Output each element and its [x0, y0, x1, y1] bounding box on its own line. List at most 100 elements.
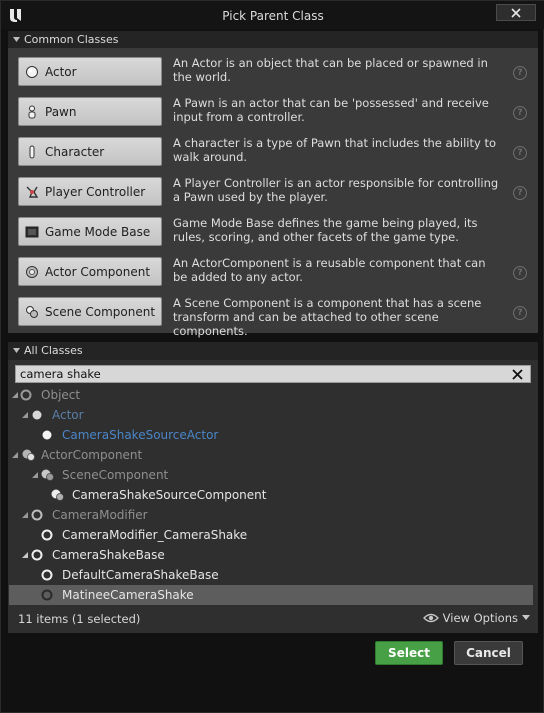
character-class-button[interactable]: Character — [18, 137, 162, 166]
view-options-button[interactable]: View Options — [422, 611, 530, 625]
all-classes-header[interactable]: All Classes — [8, 342, 538, 360]
close-button[interactable] — [496, 4, 536, 21]
tree-item-default-camera-shake-base[interactable]: DefaultCameraShakeBase — [9, 565, 533, 585]
pawn-class-button[interactable]: Pawn — [18, 97, 162, 126]
class-search-input[interactable] — [16, 366, 496, 382]
help-icon[interactable]: ? — [513, 186, 527, 200]
expanded-arrow-icon — [22, 512, 28, 518]
pick-parent-class-dialog: Pick Parent Class Common Classes Actor A… — [0, 0, 544, 713]
tree-item-label: ActorComponent — [41, 448, 143, 462]
tree-item-label: CameraModifier — [52, 508, 148, 522]
actor-class-button[interactable]: Actor — [18, 57, 162, 86]
common-classes-title: Common Classes — [24, 33, 119, 46]
tree-item-matinee-camera-shake[interactable]: MatineeCameraShake — [9, 585, 533, 605]
actor-class-description: An Actor is an object that can be placed… — [173, 56, 488, 84]
help-icon[interactable]: ? — [513, 66, 527, 80]
tree-item-camera-modifier-camera-shake[interactable]: CameraModifier_CameraShake — [9, 525, 533, 545]
player-controller-class-button[interactable]: Player Controller — [18, 177, 162, 206]
collapse-arrow-icon — [13, 348, 20, 353]
collapse-arrow-icon — [13, 37, 20, 42]
pawn-class-label: Pawn — [45, 104, 77, 119]
object-icon — [41, 529, 53, 541]
actor-component-icon — [26, 266, 38, 278]
window-title: Pick Parent Class — [222, 9, 324, 23]
title-bar[interactable]: Pick Parent Class — [1, 1, 544, 29]
player-controller-class-description: A Player Controller is an actor responsi… — [173, 176, 499, 204]
expanded-arrow-icon — [22, 412, 28, 418]
game-mode-base-class-button[interactable]: Game Mode Base — [18, 217, 162, 246]
common-class-row-actor: Actor An Actor is an object that can be … — [8, 54, 538, 94]
tree-item-label: DefaultCameraShakeBase — [62, 568, 219, 582]
help-icon[interactable]: ? — [513, 266, 527, 280]
common-class-row-scene-component: Scene Component A Scene Component is a c… — [8, 294, 538, 338]
scene-component-icon — [26, 306, 38, 318]
actor-component-icon — [22, 449, 35, 461]
select-button[interactable]: Select — [375, 641, 443, 665]
object-icon — [41, 569, 53, 581]
common-class-row-game-mode-base: Game Mode Base Game Mode Base defines th… — [8, 214, 538, 254]
actor-icon — [42, 430, 52, 440]
cancel-button[interactable]: Cancel — [454, 641, 523, 665]
expanded-arrow-icon — [12, 452, 18, 458]
expanded-arrow-icon — [22, 552, 28, 558]
actor-icon — [32, 410, 42, 420]
close-icon — [511, 7, 521, 18]
scene-component-class-button[interactable]: Scene Component — [18, 297, 162, 326]
tree-item-camera-shake-source-actor[interactable]: CameraShakeSourceActor — [9, 425, 533, 445]
all-classes-title: All Classes — [24, 344, 83, 357]
tree-item-camera-modifier[interactable]: CameraModifier — [9, 505, 533, 525]
scene-component-icon — [41, 469, 54, 481]
game-mode-base-class-description: Game Mode Base defines the game being pl… — [173, 216, 478, 244]
chevron-down-icon — [522, 615, 530, 620]
character-class-description: A character is a type of Pawn that inclu… — [173, 136, 496, 164]
help-icon[interactable]: ? — [513, 146, 527, 160]
object-icon — [31, 549, 43, 561]
actor-icon — [26, 66, 38, 78]
common-classes-panel: Actor An Actor is an object that can be … — [8, 48, 538, 338]
actor-component-class-button[interactable]: Actor Component — [18, 257, 162, 286]
class-search-box[interactable] — [15, 365, 531, 383]
common-class-row-character: Character A character is a type of Pawn … — [8, 134, 538, 174]
character-icon — [29, 145, 35, 159]
tree-item-label: CameraModifier_CameraShake — [62, 528, 248, 542]
tree-item-label: CameraShakeBase — [52, 548, 165, 562]
pawn-class-description: A Pawn is an actor that can be 'possesse… — [173, 96, 489, 124]
common-class-row-actor-component: Actor Component An ActorComponent is a r… — [8, 254, 538, 294]
common-classes-header[interactable]: Common Classes — [8, 31, 538, 49]
help-icon[interactable]: ? — [513, 106, 527, 120]
clear-search-button[interactable] — [510, 367, 524, 381]
scene-component-class-label: Scene Component — [45, 304, 156, 319]
pawn-icon — [28, 105, 36, 119]
help-icon[interactable]: ? — [513, 306, 527, 320]
expanded-arrow-icon — [32, 472, 38, 478]
close-icon — [511, 368, 523, 380]
actor-component-class-description: An ActorComponent is a reusable componen… — [173, 256, 486, 284]
game-mode-icon — [25, 226, 39, 238]
common-class-row-player-controller: Player Controller A Player Controller is… — [8, 174, 538, 214]
common-class-row-pawn: Pawn A Pawn is an actor that can be 'pos… — [8, 94, 538, 134]
tree-item-scene-component[interactable]: SceneComponent — [9, 465, 533, 485]
tree-item-actor[interactable]: Actor — [9, 405, 533, 425]
scene-component-icon — [51, 489, 64, 501]
object-icon — [20, 389, 32, 401]
character-class-label: Character — [45, 144, 105, 159]
tree-item-actor-component[interactable]: ActorComponent — [9, 445, 533, 465]
actor-component-class-label: Actor Component — [45, 264, 151, 279]
tree-item-label: Actor — [52, 408, 84, 422]
tree-item-label: SceneComponent — [62, 468, 169, 482]
tree-item-label: MatineeCameraShake — [62, 588, 194, 602]
tree-item-camera-shake-base[interactable]: CameraShakeBase — [9, 545, 533, 565]
status-bar: 11 items (1 selected) View Options — [8, 607, 538, 631]
actor-class-label: Actor — [45, 64, 77, 79]
player-controller-icon — [26, 186, 39, 198]
item-count-text: 11 items (1 selected) — [18, 612, 141, 626]
expanded-arrow-icon — [12, 392, 18, 398]
eye-icon — [422, 613, 439, 623]
tree-item-label: CameraShakeSourceComponent — [72, 488, 267, 502]
scene-component-class-description: A Scene Component is a component that ha… — [173, 296, 482, 338]
view-options-label: View Options — [442, 611, 518, 625]
tree-item-label: CameraShakeSourceActor — [62, 428, 219, 442]
tree-item-object[interactable]: Object — [9, 385, 533, 405]
tree-item-camera-shake-source-component[interactable]: CameraShakeSourceComponent — [9, 485, 533, 505]
game-mode-base-class-label: Game Mode Base — [45, 224, 151, 239]
